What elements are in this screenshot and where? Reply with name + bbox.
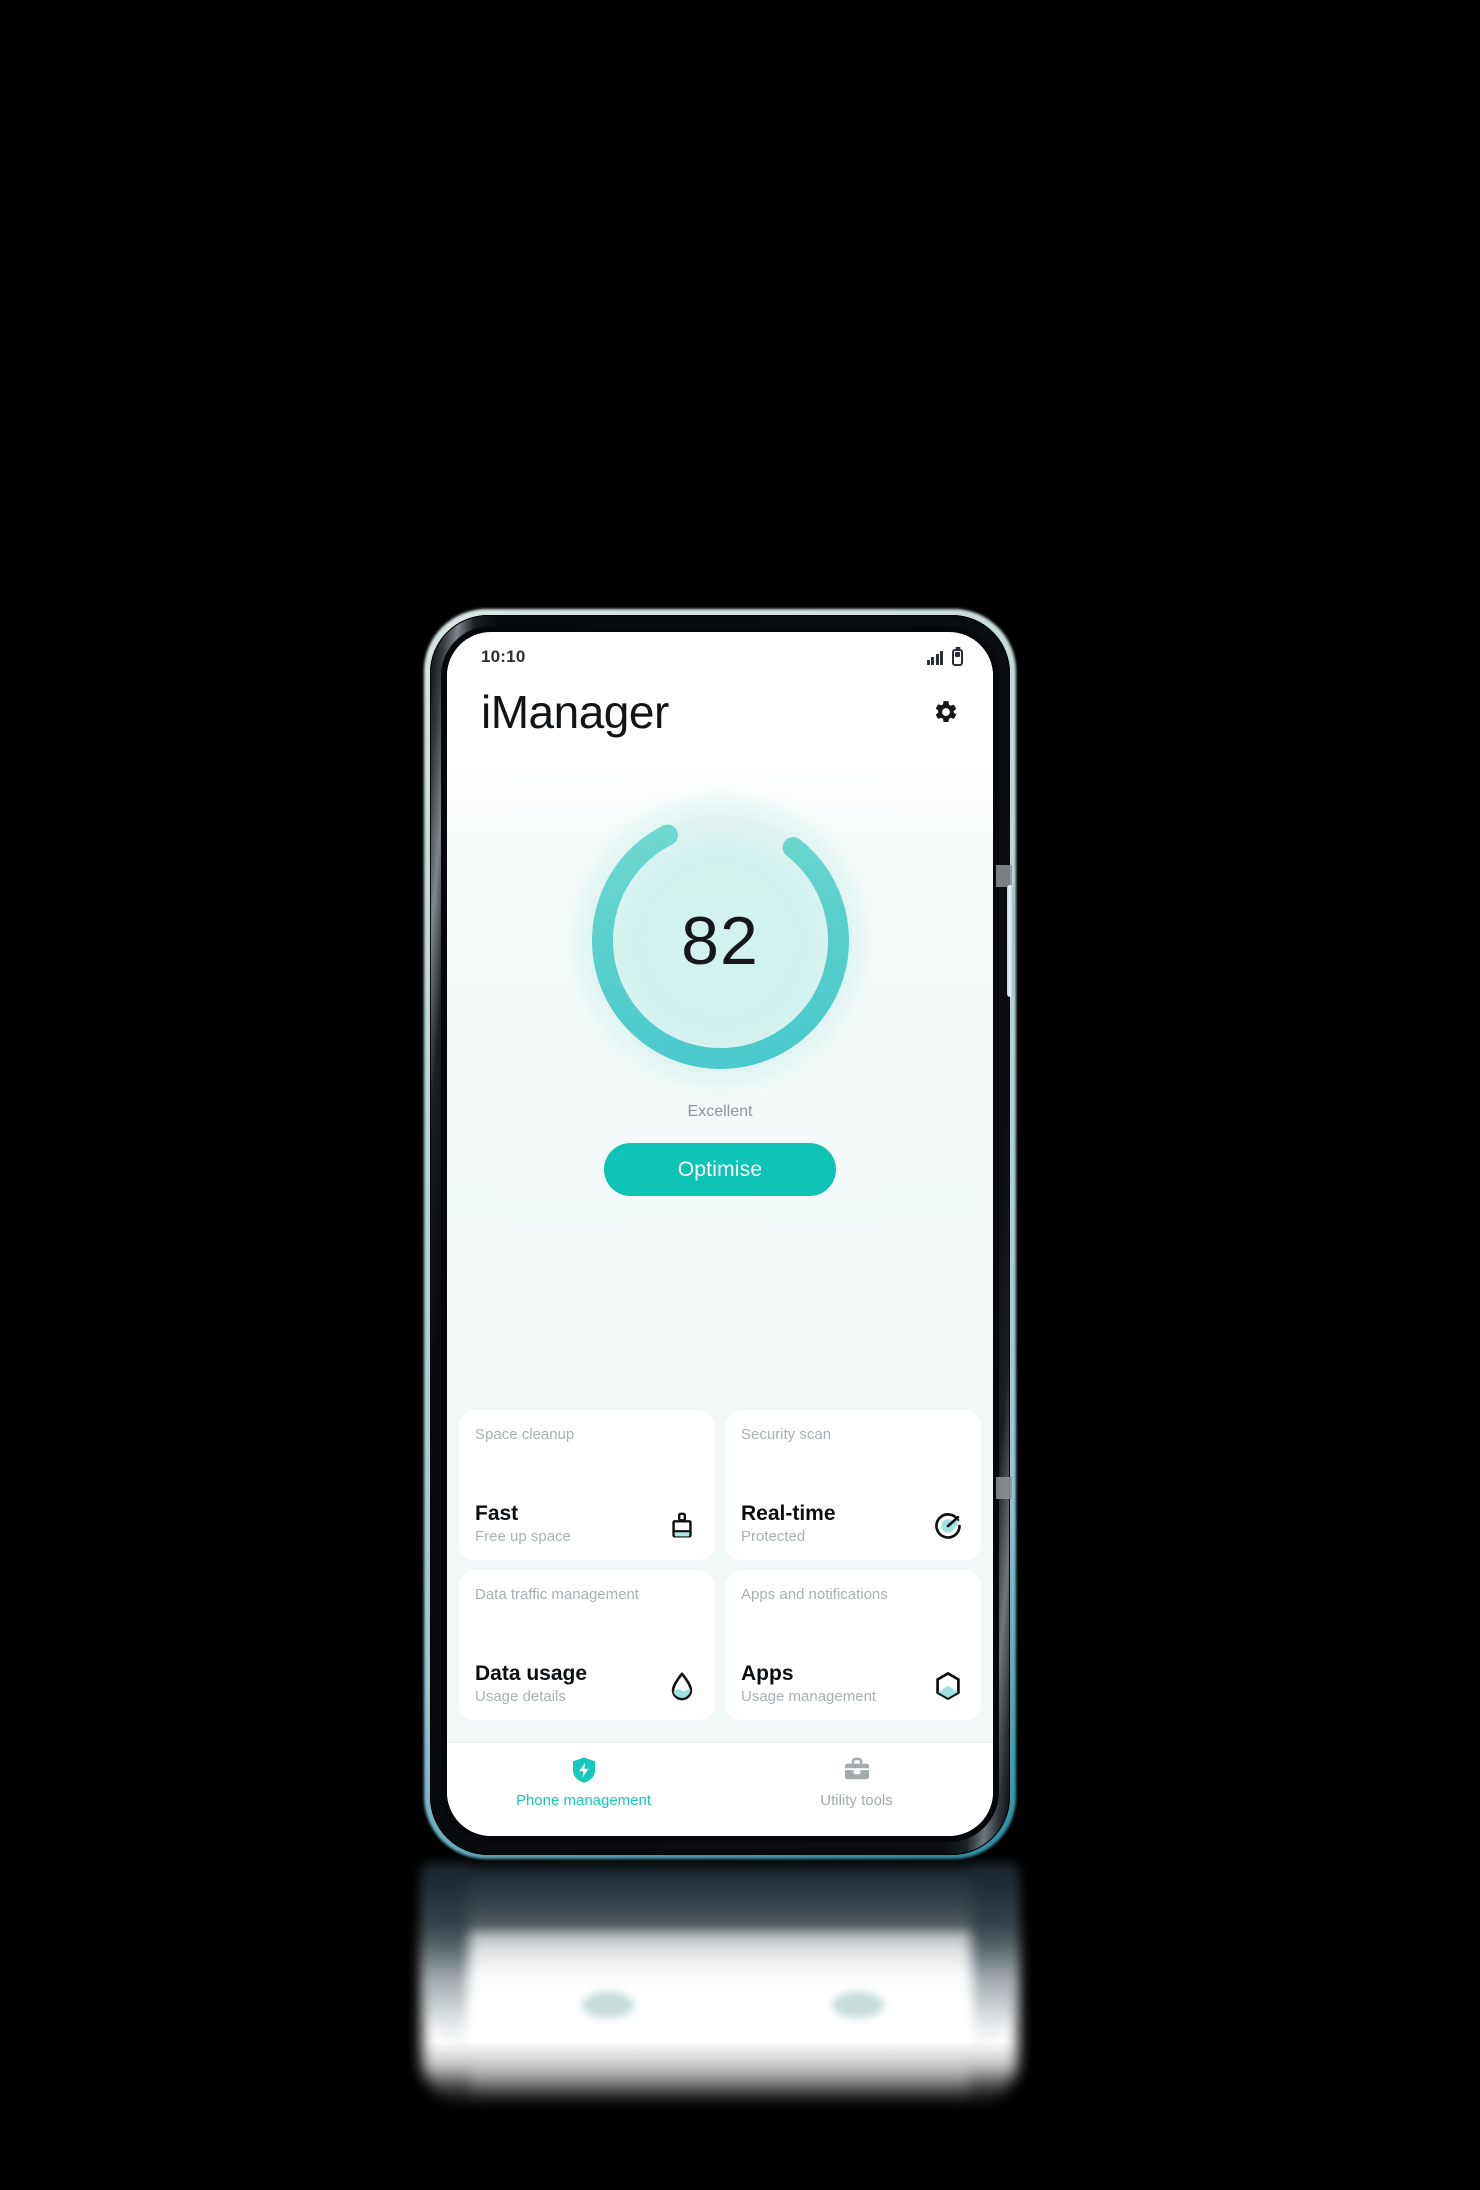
nav-label: Utility tools: [820, 1792, 893, 1809]
optimise-button[interactable]: Optimise: [604, 1143, 836, 1197]
broom-cleanup-icon: [665, 1509, 699, 1543]
card-category: Apps and notifications: [741, 1586, 888, 1603]
app-header: iManager: [447, 676, 993, 763]
reflection-edge-left: [426, 1866, 468, 2046]
side-button-lower[interactable]: [996, 1477, 1012, 1499]
card-category: Data traffic management: [475, 1586, 639, 1603]
status-time: 10:10: [481, 647, 526, 666]
card-texts: Apps Usage management: [741, 1662, 876, 1705]
screenshot-stage: 10:10 iManager 82 Excellent Optimise Spa…: [0, 0, 1480, 2190]
phone-reflection: [400, 1866, 1040, 2162]
shield-bolt-icon: [569, 1755, 599, 1785]
card-subtitle: Protected: [741, 1528, 806, 1545]
score-panel: 82 Excellent Optimise: [447, 762, 993, 1396]
card-apps[interactable]: Apps and notifications Apps Usage manage…: [725, 1570, 981, 1720]
card-security-scan[interactable]: Security scan Real-time Protected: [725, 1410, 981, 1560]
card-category: Security scan: [741, 1426, 832, 1443]
score-ring: 82: [568, 788, 873, 1093]
reflection-spot: [582, 1992, 634, 2018]
card-body: Data usage Usage details: [475, 1637, 699, 1705]
card-subtitle: Free up space: [475, 1528, 571, 1545]
battery-icon: [952, 648, 963, 666]
card-subtitle: Usage management: [741, 1688, 877, 1705]
signal-bars-icon: [926, 650, 943, 665]
card-space-cleanup[interactable]: Space cleanup Fast Free up space: [459, 1410, 715, 1560]
nav-label: Phone management: [515, 1792, 652, 1809]
card-texts: Real-time Protected: [741, 1502, 836, 1545]
page-title: iManager: [481, 686, 669, 738]
feature-cards-area: Space cleanup Fast Free up space Securit…: [447, 1396, 993, 1742]
reflection-edge-right: [972, 1866, 1014, 2046]
card-body: Fast Free up space: [475, 1477, 699, 1545]
reflection-fade: [400, 2042, 1040, 2162]
card-title: Data usage: [475, 1661, 588, 1685]
bottom-navigation: Phone management Utility tools: [447, 1742, 993, 1836]
hexagon-apps-icon: [931, 1669, 965, 1703]
gear-icon: [935, 701, 957, 723]
card-texts: Data usage Usage details: [475, 1662, 587, 1705]
score-status-label: Excellent: [687, 1103, 753, 1121]
card-texts: Fast Free up space: [475, 1502, 571, 1545]
shield-gauge-icon: [931, 1509, 965, 1543]
card-data-usage[interactable]: Data traffic management Data usage Usage…: [459, 1570, 715, 1720]
phone-device: 10:10 iManager 82 Excellent Optimise Spa…: [424, 609, 1016, 1859]
phone-screen: 10:10 iManager 82 Excellent Optimise Spa…: [447, 632, 993, 1836]
status-icons: [926, 648, 963, 666]
status-bar: 10:10: [447, 632, 993, 676]
card-title: Apps: [741, 1661, 794, 1685]
toolbox-icon: [842, 1755, 872, 1785]
card-body: Apps Usage management: [741, 1637, 965, 1705]
nav-item-utility-tools[interactable]: Utility tools: [720, 1755, 993, 1809]
power-button[interactable]: [1007, 885, 1014, 997]
score-value: 82: [681, 902, 759, 979]
feature-cards-grid: Space cleanup Fast Free up space Securit…: [459, 1410, 981, 1720]
card-category: Space cleanup: [475, 1426, 575, 1443]
settings-button[interactable]: [929, 695, 963, 729]
volume-button[interactable]: [996, 865, 1012, 887]
card-title: Fast: [475, 1501, 519, 1525]
card-subtitle: Usage details: [475, 1688, 566, 1705]
reflection-highlight: [470, 1932, 970, 2102]
card-body: Real-time Protected: [741, 1477, 965, 1545]
reflection-spot: [832, 1992, 884, 2018]
nav-item-phone-management[interactable]: Phone management: [447, 1755, 720, 1809]
card-title: Real-time: [741, 1501, 836, 1525]
water-drop-icon: [665, 1669, 699, 1703]
reflection-body: [422, 1866, 1018, 2106]
